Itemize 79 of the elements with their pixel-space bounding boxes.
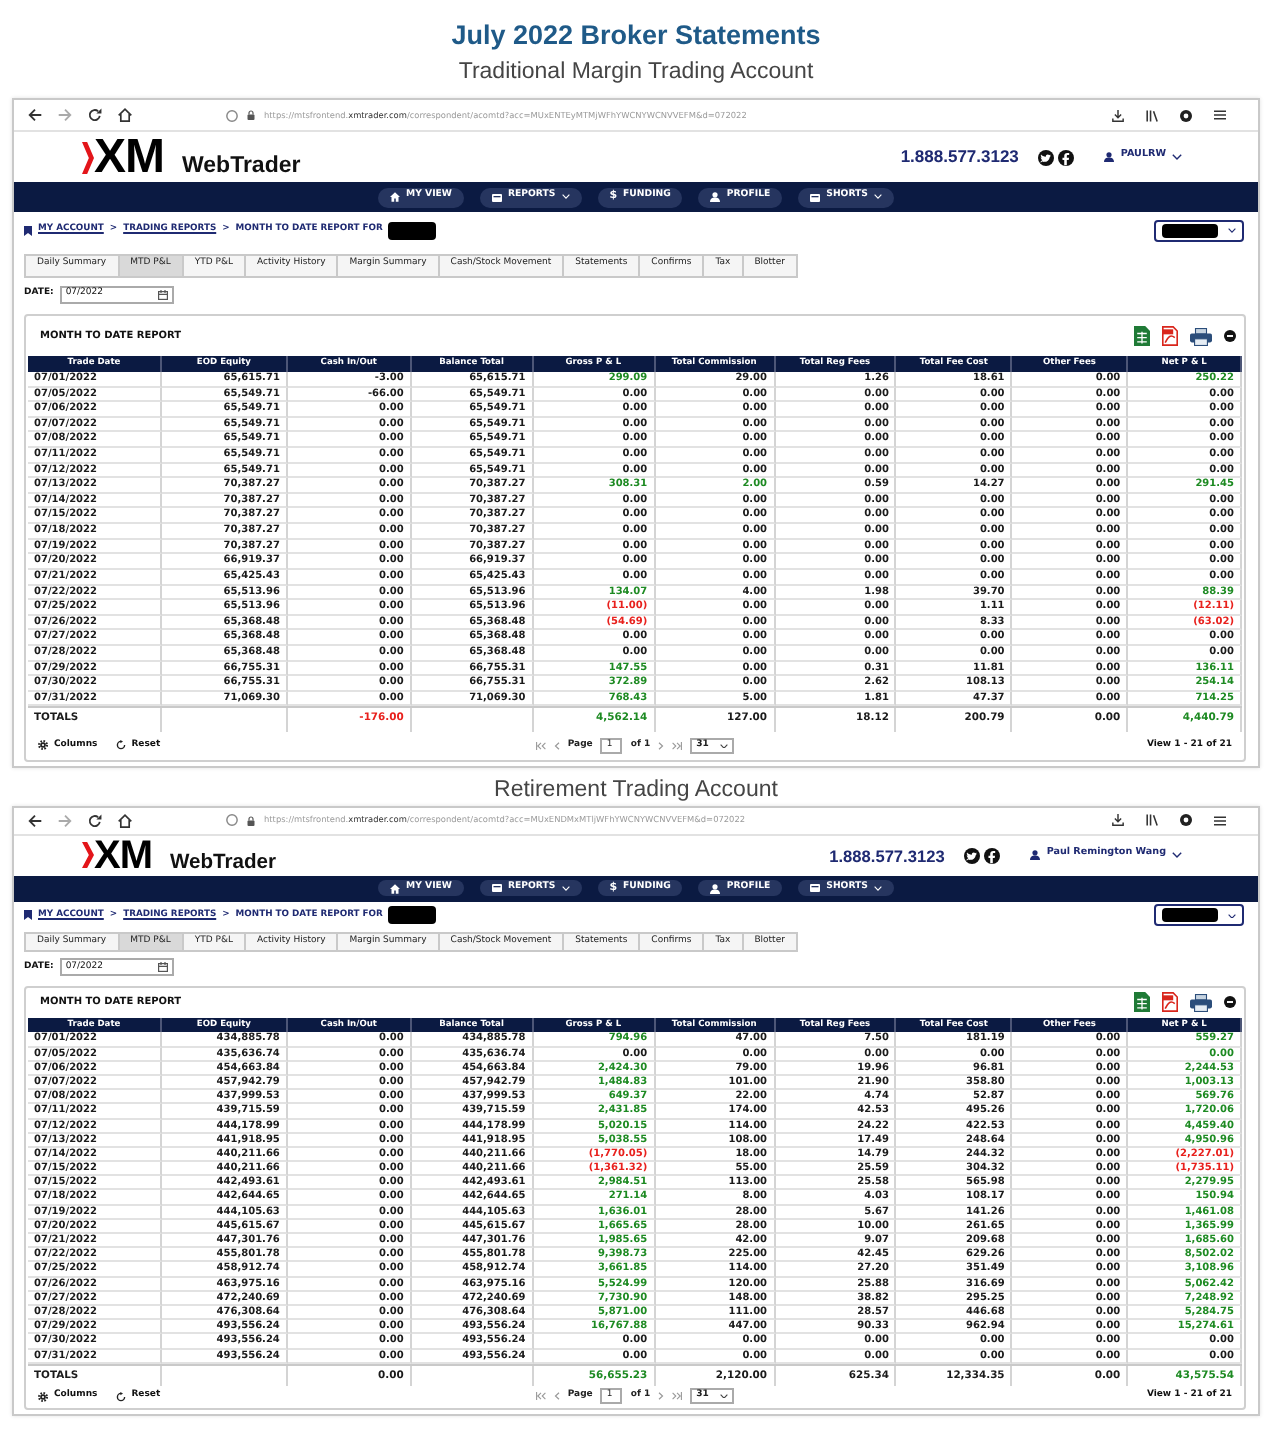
menu-icon[interactable] xyxy=(1214,110,1226,120)
product-name: WebTrader xyxy=(182,156,301,179)
lock-icon xyxy=(246,110,256,120)
bookmark-icon xyxy=(24,226,32,236)
logo-chevron-icon xyxy=(82,141,94,173)
pdf-icon[interactable] xyxy=(1162,992,1178,1013)
calendar-icon[interactable] xyxy=(157,289,168,299)
printer-icon[interactable] xyxy=(1190,993,1212,1012)
caret-icon xyxy=(1228,913,1236,919)
caret-icon xyxy=(1172,154,1182,160)
reload-icon[interactable] xyxy=(88,813,102,828)
next-page-icon[interactable] xyxy=(658,1392,665,1401)
phone-number: 1.888.577.3123 xyxy=(900,148,1019,166)
menu-icon[interactable] xyxy=(1214,815,1226,826)
library-icon[interactable] xyxy=(1146,814,1158,827)
home-icon xyxy=(390,192,401,202)
card-icon xyxy=(810,884,821,893)
caret-icon xyxy=(720,743,729,749)
ring-icon[interactable] xyxy=(1180,814,1192,827)
gear-icon xyxy=(38,1391,48,1402)
redaction-block xyxy=(1162,224,1218,238)
redaction-block xyxy=(388,906,437,925)
last-page-icon[interactable] xyxy=(672,1392,683,1401)
user-icon xyxy=(710,192,721,202)
account-select[interactable] xyxy=(1154,904,1244,927)
home-icon[interactable] xyxy=(118,813,132,828)
back-arrow-icon[interactable] xyxy=(28,813,42,828)
refresh-icon xyxy=(115,740,126,751)
user-icon xyxy=(1030,850,1041,861)
pdf-icon[interactable] xyxy=(1162,326,1178,346)
next-page-icon[interactable] xyxy=(658,741,665,750)
card-icon xyxy=(810,193,821,201)
library-icon[interactable] xyxy=(1146,109,1158,121)
home-icon xyxy=(390,883,401,894)
caret-icon xyxy=(1172,852,1182,859)
gear-icon xyxy=(38,740,48,751)
letter-f-icon[interactable] xyxy=(1058,149,1075,165)
phone-number: 1.888.577.3123 xyxy=(829,847,945,865)
spreadsheet-icon[interactable] xyxy=(1134,992,1150,1013)
previous-page-icon[interactable] xyxy=(553,741,560,750)
user-icon xyxy=(710,883,721,894)
shield-icon[interactable] xyxy=(226,814,238,827)
refresh-icon xyxy=(115,1391,126,1402)
reload-icon[interactable] xyxy=(88,108,102,122)
section-caption: Retirement Trading Account xyxy=(494,775,778,804)
lock-icon xyxy=(246,815,256,826)
card-icon xyxy=(491,884,502,893)
home-icon[interactable] xyxy=(118,108,132,122)
shield-icon[interactable] xyxy=(226,109,238,121)
bookmark-icon xyxy=(24,910,32,921)
user-icon xyxy=(1104,152,1115,162)
first-page-icon[interactable] xyxy=(535,741,546,750)
spreadsheet-icon[interactable] xyxy=(1134,326,1150,346)
caret-icon xyxy=(720,1393,729,1399)
redaction-block xyxy=(1162,908,1218,923)
bird-icon[interactable] xyxy=(1038,149,1055,165)
product-name: WebTrader xyxy=(170,853,277,874)
printer-icon[interactable] xyxy=(1190,327,1212,345)
logo-chevron-icon xyxy=(82,842,94,869)
account-select[interactable] xyxy=(1154,220,1244,242)
download-icon[interactable] xyxy=(1112,814,1124,827)
download-icon[interactable] xyxy=(1112,109,1124,121)
bird-icon[interactable] xyxy=(964,847,981,864)
calendar-icon[interactable] xyxy=(157,962,168,973)
caret-icon xyxy=(1228,228,1236,234)
minus-circle-icon[interactable] xyxy=(1224,330,1236,342)
page-heading: July 2022 Broker Statements xyxy=(451,20,821,52)
brand-logo: XM xyxy=(94,133,164,181)
minus-circle-icon[interactable] xyxy=(1224,996,1236,1009)
brand-logo: XM xyxy=(94,835,152,876)
letter-f-icon[interactable] xyxy=(984,847,1001,864)
back-arrow-icon[interactable] xyxy=(28,108,42,122)
first-page-icon[interactable] xyxy=(535,1392,546,1401)
previous-page-icon[interactable] xyxy=(553,1392,560,1401)
ring-icon[interactable] xyxy=(1180,109,1192,121)
section-caption: Traditional Margin Trading Account xyxy=(458,58,814,86)
card-icon xyxy=(491,193,502,201)
redaction-block xyxy=(388,222,437,240)
last-page-icon[interactable] xyxy=(672,741,683,750)
